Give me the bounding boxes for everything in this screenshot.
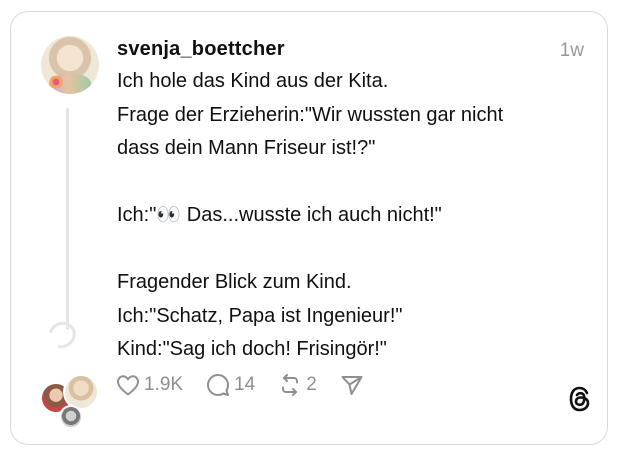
repost-count: 2 [306,374,317,395]
repost-button[interactable]: 2 [278,373,317,397]
replier-avatar[interactable] [59,405,83,429]
like-count: 1.9K [144,374,184,395]
share-button[interactable] [340,373,364,397]
post-line [117,233,577,267]
post-line: Frage der Erzieherin:"Wir wussten gar ni… [117,103,504,126]
thread-line [66,108,69,330]
repost-icon [282,374,299,396]
post-text: Ich hole das Kind aus der Kita. Frage de… [117,65,577,367]
heart-icon [117,375,139,396]
speech-bubble-icon [207,374,230,396]
action-bar: 1.9K 14 2 [116,371,387,399]
threads-logo-icon [569,386,590,412]
reply-count: 14 [234,374,256,395]
post-line [117,166,577,200]
post-line: Kind:"Sag ich doch! Frisingör!" [117,338,387,360]
author-avatar[interactable] [41,36,99,94]
reply-button[interactable]: 14 [206,373,255,397]
avatar-flowers [47,76,65,88]
author-username[interactable]: svenja_boettcher [117,38,285,61]
send-icon [341,376,363,395]
post-line: Ich:"👀 Das...wusste ich auch nicht!" [117,204,442,226]
like-button[interactable]: 1.9K [116,374,183,396]
post-line: Ich hole das Kind aus der Kita. [117,70,389,92]
post-timestamp[interactable]: 1w [560,40,584,62]
post-line: Fragender Blick zum Kind. [117,271,352,293]
post-line: dass dein Mann Friseur ist!?" [117,137,376,159]
post-line: Ich:"Schatz, Papa ist Ingenieur!" [117,304,403,327]
